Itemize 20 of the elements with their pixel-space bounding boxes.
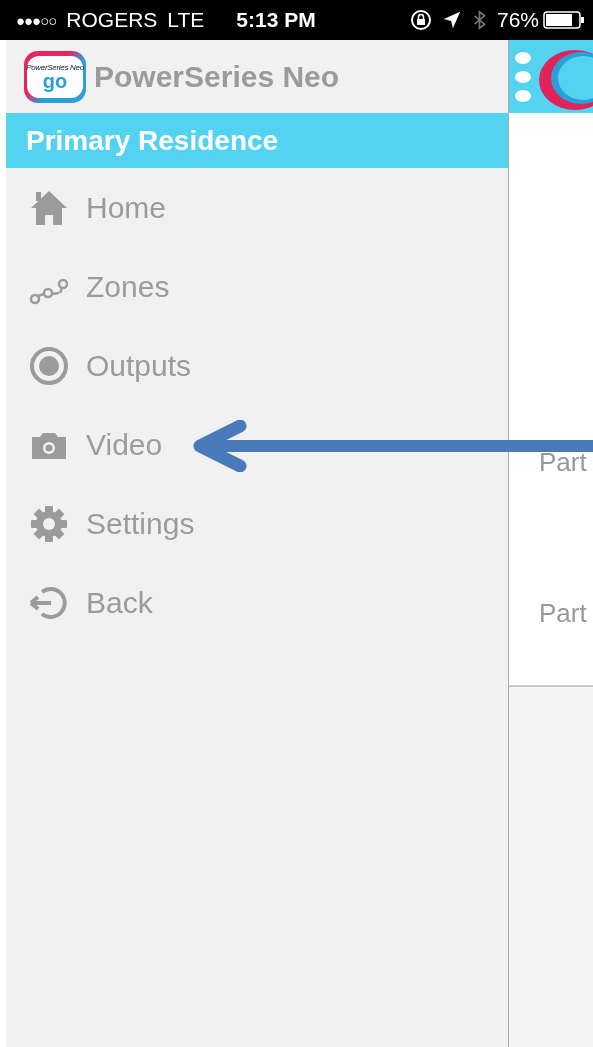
carrier-name: ROGERS [66, 8, 158, 32]
location-header[interactable]: Primary Residence [6, 113, 508, 168]
menu-label[interactable]: Zones [86, 269, 170, 304]
rotation-lock-icon [409, 9, 432, 31]
clock: 5:13 PM [236, 8, 316, 32]
battery-icon [543, 11, 585, 29]
menu-label[interactable]: Home [86, 190, 167, 225]
menu-label[interactable]: Back [86, 585, 153, 620]
menu-label[interactable]: Video [86, 427, 163, 462]
signal-dots: ●●●○○ [16, 11, 57, 29]
network-type: LTE [167, 8, 205, 32]
menu-label[interactable]: Settings [86, 506, 195, 541]
battery-percent: 76% [496, 8, 539, 32]
app-title: PowerSeries Neo [94, 59, 340, 94]
target-icon [28, 344, 70, 387]
bluetooth-icon [471, 9, 487, 31]
menu-label[interactable]: Outputs [86, 348, 192, 383]
partition-label: Part [539, 447, 588, 478]
logo-mark: go [42, 72, 68, 90]
partition-label: Part [539, 598, 588, 629]
